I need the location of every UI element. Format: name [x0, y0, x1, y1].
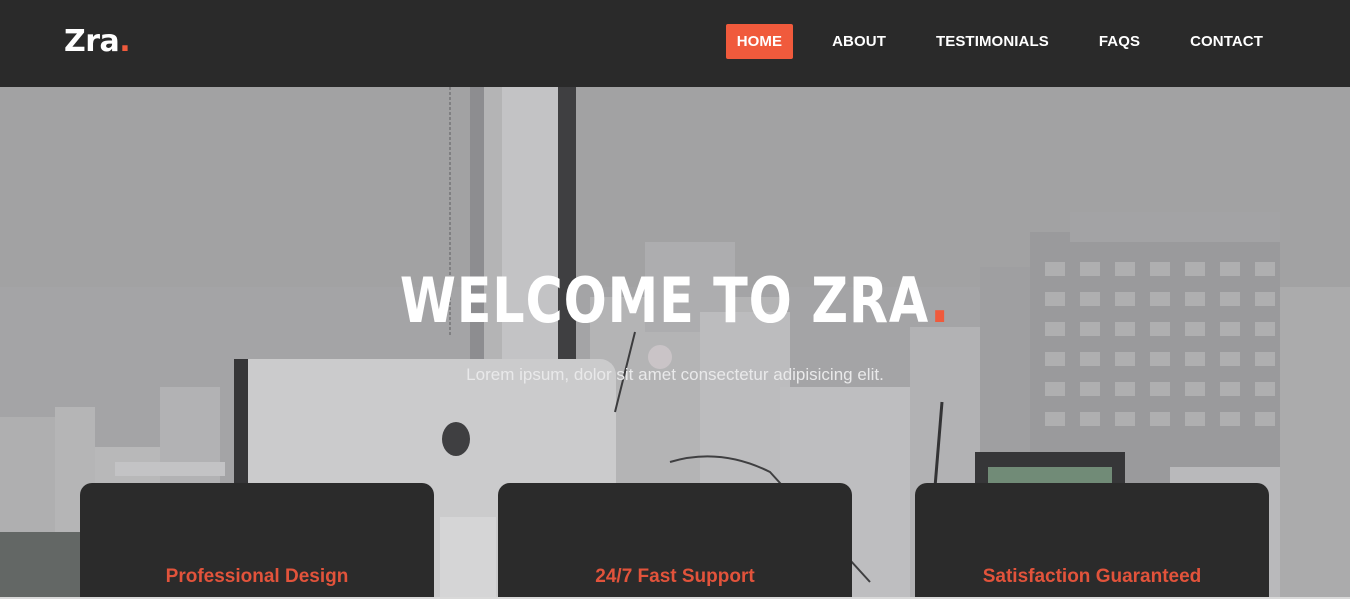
main-nav: HOME ABOUT TESTIMONIALS FAQS CONTACT [725, 24, 1274, 59]
brand-name: Zra [64, 24, 120, 59]
navbar: Zra. HOME ABOUT TESTIMONIALS FAQS CONTAC… [0, 0, 1350, 87]
feature-card-professional-design: Professional Design [80, 483, 434, 599]
brand-logo[interactable]: Zra. [64, 24, 131, 59]
nav-contact-link[interactable]: CONTACT [1179, 24, 1274, 59]
feature-card-label: 24/7 Fast Support [595, 566, 755, 587]
feature-card-label: Satisfaction Guaranteed [982, 566, 1202, 587]
hero-title: WELCOME TO ZRA. [122, 264, 1229, 337]
feature-card-satisfaction: Satisfaction Guaranteed [915, 483, 1269, 599]
hero-title-dot: . [929, 264, 951, 337]
feature-card-label: Professional Design [165, 566, 349, 587]
hero-title-text: WELCOME TO ZRA [399, 264, 930, 337]
hero-subtitle: Lorem ipsum, dolor sit amet consectetur … [466, 365, 884, 384]
nav-about-link[interactable]: ABOUT [821, 24, 897, 59]
brand-dot: . [119, 24, 131, 59]
nav-home-link[interactable]: HOME [725, 24, 794, 59]
feature-card-fast-support: 24/7 Fast Support [498, 483, 852, 599]
nav-faqs-link[interactable]: FAQS [1088, 24, 1151, 59]
nav-testimonials-link[interactable]: TESTIMONIALS [925, 24, 1060, 59]
